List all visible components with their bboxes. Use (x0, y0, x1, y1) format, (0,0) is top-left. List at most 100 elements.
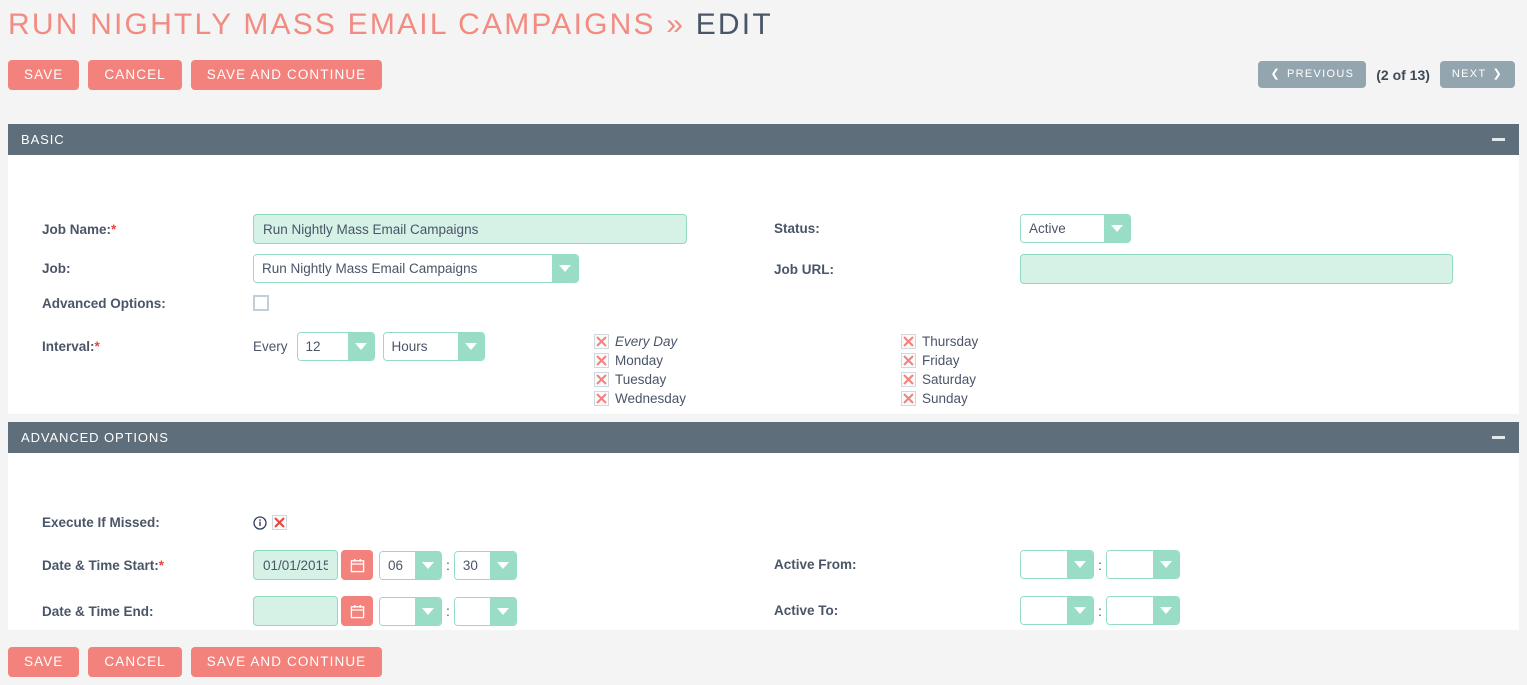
active-to-minute-select[interactable] (1105, 596, 1180, 625)
day-checkbox-row: Tuesday (594, 370, 686, 389)
day-checkbox-label: Thursday (922, 334, 979, 349)
chevron-down-icon (1067, 597, 1093, 624)
field-active-to: Active To: : (768, 596, 1180, 625)
job-name-input[interactable] (253, 214, 687, 244)
save-button[interactable]: SAVE (8, 60, 80, 90)
day-checkbox-list-left: Every Day Monday Tuesday Wednesday (594, 332, 686, 408)
basic-panel: BASIC Job Name:* Job: Run Nightly Mass E… (8, 124, 1519, 414)
field-date-time-end: Date & Time End: : (8, 596, 517, 626)
basic-panel-body: Job Name:* Job: Run Nightly Mass Email C… (8, 155, 1519, 414)
interval-number-select[interactable]: 12 (296, 332, 375, 361)
advanced-options-label: Advanced Options: (42, 295, 166, 311)
date-end-calendar-button[interactable] (341, 596, 373, 626)
day-checkbox-label: Sunday (922, 391, 968, 406)
advanced-panel-header[interactable]: ADVANCED OPTIONS (8, 422, 1519, 453)
active-from-label: Active From: (774, 557, 857, 572)
field-status: Status: Active (768, 214, 1131, 243)
next-button[interactable]: NEXT ❯ (1439, 61, 1515, 88)
execute-if-missed-label: Execute If Missed: (42, 515, 160, 530)
day-checkbox-label: Friday (922, 353, 960, 368)
field-date-time-start: Date & Time Start:* 06 : (8, 550, 517, 580)
calendar-icon (350, 558, 364, 572)
day-checkbox-thursday[interactable] (901, 334, 916, 349)
field-job-url: Job URL: (768, 254, 1453, 284)
cancel-button[interactable]: CANCEL (88, 60, 182, 90)
day-checkbox-every-day[interactable] (594, 334, 609, 349)
date-time-end-label: Date & Time End: (42, 603, 154, 619)
save-and-continue-button[interactable]: SAVE AND CONTINUE (190, 60, 383, 90)
day-checkbox-sunday[interactable] (901, 391, 916, 406)
interval-number-value: 12 (297, 333, 348, 360)
job-url-label: Job URL: (774, 261, 834, 277)
day-checkbox-saturday[interactable] (901, 372, 916, 387)
date-end-minute-select[interactable] (453, 596, 517, 626)
day-checkbox-row: Saturday (901, 370, 978, 389)
active-from-minute-value (1106, 551, 1153, 578)
date-start-input[interactable] (253, 550, 338, 580)
info-circle-icon[interactable] (253, 515, 267, 530)
date-end-hour-select[interactable] (379, 596, 442, 626)
every-label: Every (253, 339, 288, 354)
status-select-value: Active (1021, 215, 1104, 242)
job-select-value: Run Nightly Mass Email Campaigns (254, 255, 552, 282)
minus-icon[interactable] (1492, 436, 1505, 439)
day-checkbox-friday[interactable] (901, 353, 916, 368)
active-from-hour-select[interactable] (1020, 550, 1094, 579)
day-checkbox-wednesday[interactable] (594, 391, 609, 406)
job-url-input[interactable] (1020, 254, 1453, 284)
chevron-down-icon (415, 551, 441, 579)
page-title: RUN NIGHTLY MASS EMAIL CAMPAIGNS » EDIT (8, 6, 773, 44)
day-checkbox-tuesday[interactable] (594, 372, 609, 387)
minus-icon[interactable] (1492, 138, 1505, 141)
active-to-hour-select[interactable] (1020, 596, 1094, 625)
chevron-down-icon (489, 551, 516, 579)
date-start-minute-select[interactable]: 30 (453, 550, 517, 580)
day-checkbox-monday[interactable] (594, 353, 609, 368)
save-button-bottom[interactable]: SAVE (8, 647, 80, 677)
toolbar-top: SAVE CANCEL SAVE AND CONTINUE (8, 60, 383, 90)
advanced-options-checkbox[interactable] (253, 295, 269, 311)
next-button-label: NEXT (1451, 68, 1487, 80)
day-checkbox-row: Thursday (901, 332, 978, 351)
day-checkbox-label: Tuesday (615, 372, 667, 387)
chevron-down-icon (1152, 597, 1179, 624)
day-checkbox-label: Monday (615, 353, 664, 368)
job-name-label: Job Name:* (42, 221, 117, 237)
date-start-hour-value: 06 (380, 551, 415, 579)
job-select[interactable]: Run Nightly Mass Email Campaigns (253, 254, 579, 283)
time-separator: : (446, 603, 450, 619)
day-checkbox-list-right: Thursday Friday Saturday Sunday (901, 332, 978, 408)
date-start-calendar-button[interactable] (341, 550, 373, 580)
interval-unit-select[interactable]: Hours (382, 332, 485, 361)
active-to-label: Active To: (774, 603, 839, 618)
basic-panel-header[interactable]: BASIC (8, 124, 1519, 155)
execute-if-missed-checkbox[interactable] (272, 515, 287, 530)
field-job: Job: Run Nightly Mass Email Campaigns (8, 254, 579, 283)
active-to-minute-value (1106, 597, 1153, 624)
date-start-hour-select[interactable]: 06 (379, 550, 442, 580)
previous-button[interactable]: ❮ PREVIOUS (1258, 61, 1367, 88)
chevron-down-icon (457, 333, 484, 360)
field-interval: Interval:* Every 12 Hours (8, 332, 485, 361)
day-checkbox-label: Every Day (615, 334, 678, 349)
field-advanced-options: Advanced Options: (8, 295, 269, 311)
advanced-panel-title: ADVANCED OPTIONS (21, 430, 169, 445)
day-checkbox-row: Wednesday (594, 389, 686, 408)
date-end-input[interactable] (253, 596, 338, 626)
time-separator: : (1098, 556, 1102, 573)
day-checkbox-label: Saturday (922, 372, 977, 387)
page-title-sub: EDIT (695, 8, 773, 41)
day-checkbox-row: Monday (594, 351, 686, 370)
status-label: Status: (774, 221, 820, 236)
required-marker: * (94, 339, 100, 354)
day-checkbox-label: Wednesday (615, 391, 687, 406)
date-end-minute-value (454, 597, 490, 625)
status-select[interactable]: Active (1020, 214, 1131, 243)
active-from-minute-select[interactable] (1105, 550, 1180, 579)
save-and-continue-button-bottom[interactable]: SAVE AND CONTINUE (190, 647, 383, 677)
date-start-minute-value: 30 (454, 551, 490, 579)
page-title-separator: » (666, 8, 686, 41)
cancel-button-bottom[interactable]: CANCEL (88, 647, 182, 677)
date-time-start-label: Date & Time Start:* (42, 557, 165, 573)
page-title-main: RUN NIGHTLY MASS EMAIL CAMPAIGNS (8, 8, 656, 41)
